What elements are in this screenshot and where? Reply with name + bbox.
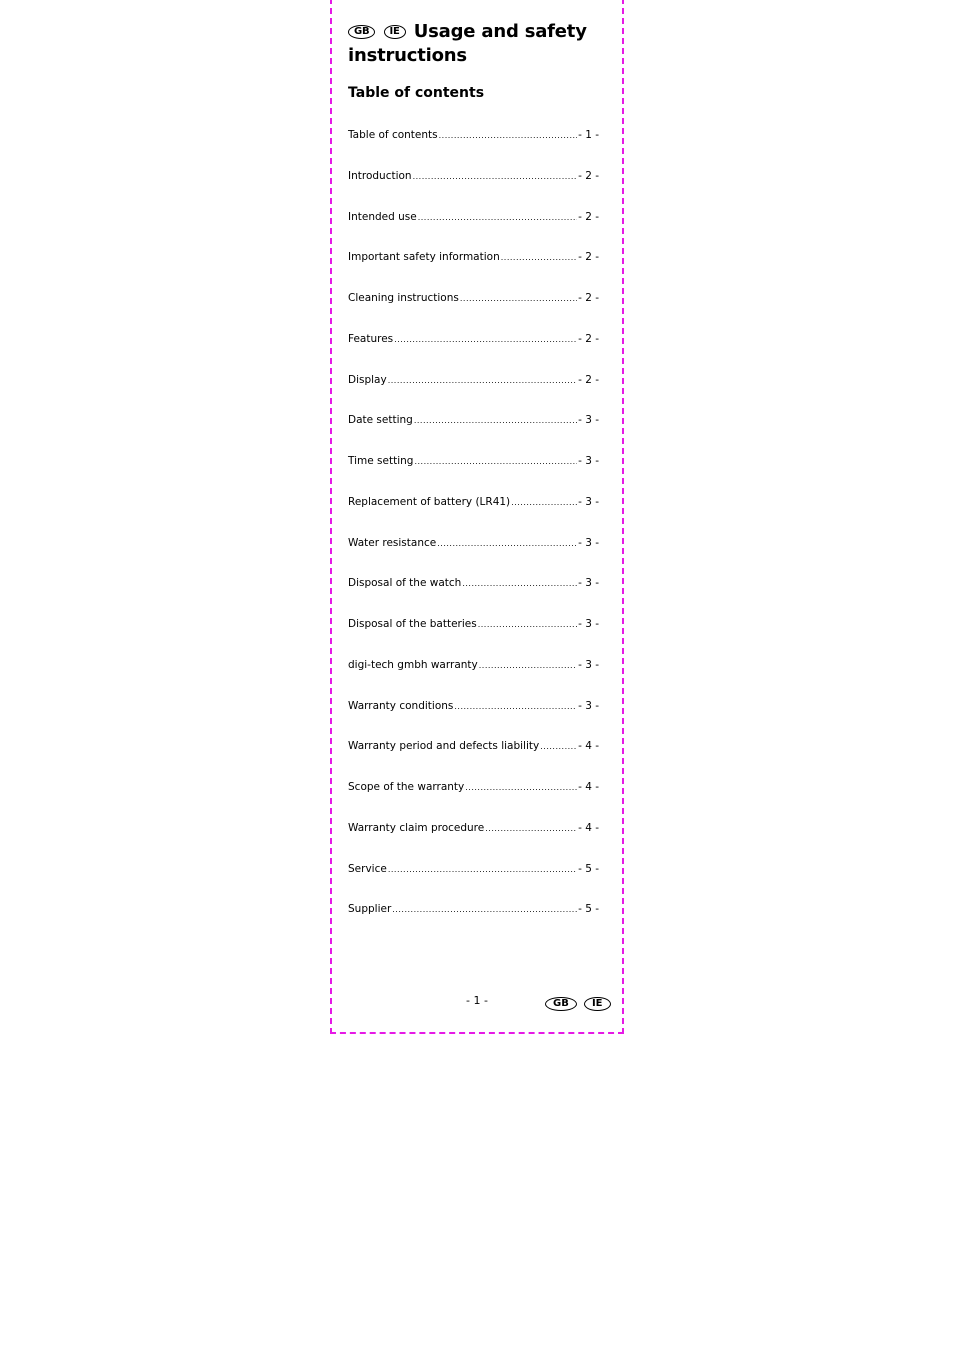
toc-entry[interactable]: Service - 5 -: [348, 862, 599, 903]
toc-entry-label: Replacement of battery (LR41): [348, 495, 511, 508]
toc-entry[interactable]: Scope of the warranty - 4 -: [348, 780, 599, 821]
toc-entry-label: Introduction: [348, 169, 412, 182]
toc-entry-label: Date setting: [348, 414, 413, 427]
country-badge-ie: IE: [383, 25, 406, 39]
toc-entry[interactable]: Disposal of the watch - 3 -: [348, 576, 599, 617]
toc-entry-label: Supplier: [348, 903, 392, 916]
toc-entry-label: digi-tech gmbh warranty: [348, 658, 478, 671]
toc-entry-page: - 2 -: [578, 332, 599, 345]
toc-leader-dots: [462, 577, 577, 591]
toc-entry-page: - 5 -: [578, 862, 599, 875]
toc-leader-dots: [478, 618, 577, 632]
toc-entry-page: - 4 -: [578, 740, 599, 753]
toc-leader-dots: [392, 903, 577, 917]
toc-entry[interactable]: Introduction - 2 -: [348, 169, 599, 210]
toc-leader-dots: [511, 496, 577, 510]
toc-entry[interactable]: Supplier - 5 -: [348, 902, 599, 943]
toc-entry[interactable]: Disposal of the batteries - 3 -: [348, 617, 599, 658]
toc-entry-page: - 3 -: [578, 495, 599, 508]
toc-entry-label: Disposal of the batteries: [348, 618, 477, 630]
toc-leader-dots: [465, 781, 577, 795]
toc-leader-dots: [479, 659, 577, 673]
toc-entry-page: - 2 -: [578, 373, 599, 386]
country-badge-gb: GB: [348, 25, 376, 39]
title-text: Usage and safety instructions: [348, 21, 587, 66]
toc-entry-label: Warranty claim procedure: [348, 821, 485, 834]
toc-entry-label: Warranty period and defects liability: [348, 740, 540, 753]
toc-entry-page: - 3 -: [578, 536, 599, 549]
country-badge-ie: IE: [583, 997, 611, 1011]
toc-leader-dots: [501, 251, 577, 265]
toc-entry[interactable]: Table of contents - 1 -: [348, 128, 599, 169]
toc-leader-dots: [414, 455, 577, 469]
toc-leader-dots: [460, 292, 577, 306]
toc-entry[interactable]: digi-tech gmbh warranty - 3 -: [348, 658, 599, 699]
toc-entry-page: - 5 -: [578, 903, 599, 916]
toc-entry-label: Important safety information: [348, 251, 500, 264]
toc-entry-page: - 4 -: [578, 781, 599, 793]
toc-entry-label: Scope of the warranty: [348, 781, 465, 793]
country-badge-gb: GB: [545, 997, 577, 1011]
toc-entry-label: Cleaning instructions: [348, 292, 459, 304]
toc-entry-label: Display: [348, 373, 387, 386]
toc-leader-dots: [454, 700, 577, 714]
toc-entry-page: - 3 -: [578, 577, 599, 590]
toc-entry[interactable]: Water resistance - 3 -: [348, 536, 599, 577]
toc-entry-page: - 3 -: [578, 658, 599, 671]
toc-leader-dots: [418, 211, 577, 225]
toc-entry-page: - 3 -: [578, 455, 599, 467]
toc-entry[interactable]: Intended use - 2 -: [348, 210, 599, 251]
toc-entry-page: - 1 -: [578, 129, 599, 141]
toc-entry-page: - 4 -: [578, 821, 599, 834]
toc-entry-page: - 2 -: [578, 251, 599, 264]
toc-leader-dots: [388, 863, 577, 877]
toc-entry[interactable]: Date setting - 3 -: [348, 413, 599, 454]
toc-entry-page: - 3 -: [578, 618, 599, 630]
toc-leader-dots: [485, 822, 577, 836]
toc-entry[interactable]: Features - 2 -: [348, 332, 599, 373]
toc-leader-dots: [437, 537, 577, 551]
toc-entry-page: - 2 -: [578, 292, 599, 304]
toc-entry-page: - 2 -: [578, 169, 599, 182]
document-page: GB IE Usage and safety instructions Tabl…: [330, 0, 624, 1034]
toc-entry[interactable]: Important safety information - 2 -: [348, 250, 599, 291]
toc-entry[interactable]: Time setting - 3 -: [348, 454, 599, 495]
page-number: - 1 -: [466, 994, 488, 1007]
toc-entry[interactable]: Display - 2 -: [348, 373, 599, 414]
toc-leader-dots: [388, 374, 577, 388]
toc-leader-dots: [540, 740, 577, 754]
table-of-contents: Table of contents- 1 -Introduction- 2 -I…: [348, 128, 599, 943]
toc-entry-label: Warranty conditions: [348, 699, 454, 712]
toc-entry-label: Intended use: [348, 210, 417, 223]
toc-heading: Table of contents: [348, 85, 485, 101]
toc-entry[interactable]: Cleaning instructions - 2 -: [348, 291, 599, 332]
toc-entry-label: Table of contents: [348, 129, 438, 141]
toc-leader-dots: [394, 333, 577, 347]
toc-entry[interactable]: Replacement of battery (LR41) - 3 -: [348, 495, 599, 536]
toc-leader-dots: [414, 414, 577, 428]
toc-entry-label: Time setting: [348, 455, 414, 467]
toc-entry[interactable]: Warranty period and defects liability - 4…: [348, 739, 599, 780]
toc-entry-label: Disposal of the watch: [348, 577, 462, 590]
toc-entry-label: Water resistance: [348, 536, 437, 549]
footer-badges: GB IE: [545, 994, 613, 1013]
toc-entry-label: Service: [348, 862, 387, 875]
toc-leader-dots: [439, 129, 577, 143]
toc-entry[interactable]: Warranty claim procedure - 4 -: [348, 821, 599, 862]
document-title: GB IE Usage and safety instructions: [348, 20, 598, 68]
toc-leader-dots: [413, 170, 577, 184]
toc-entry-page: - 2 -: [578, 210, 599, 223]
toc-entry-label: Features: [348, 332, 394, 345]
toc-entry-page: - 3 -: [578, 414, 599, 427]
toc-entry[interactable]: Warranty conditions - 3 -: [348, 699, 599, 740]
toc-entry-page: - 3 -: [578, 699, 599, 712]
